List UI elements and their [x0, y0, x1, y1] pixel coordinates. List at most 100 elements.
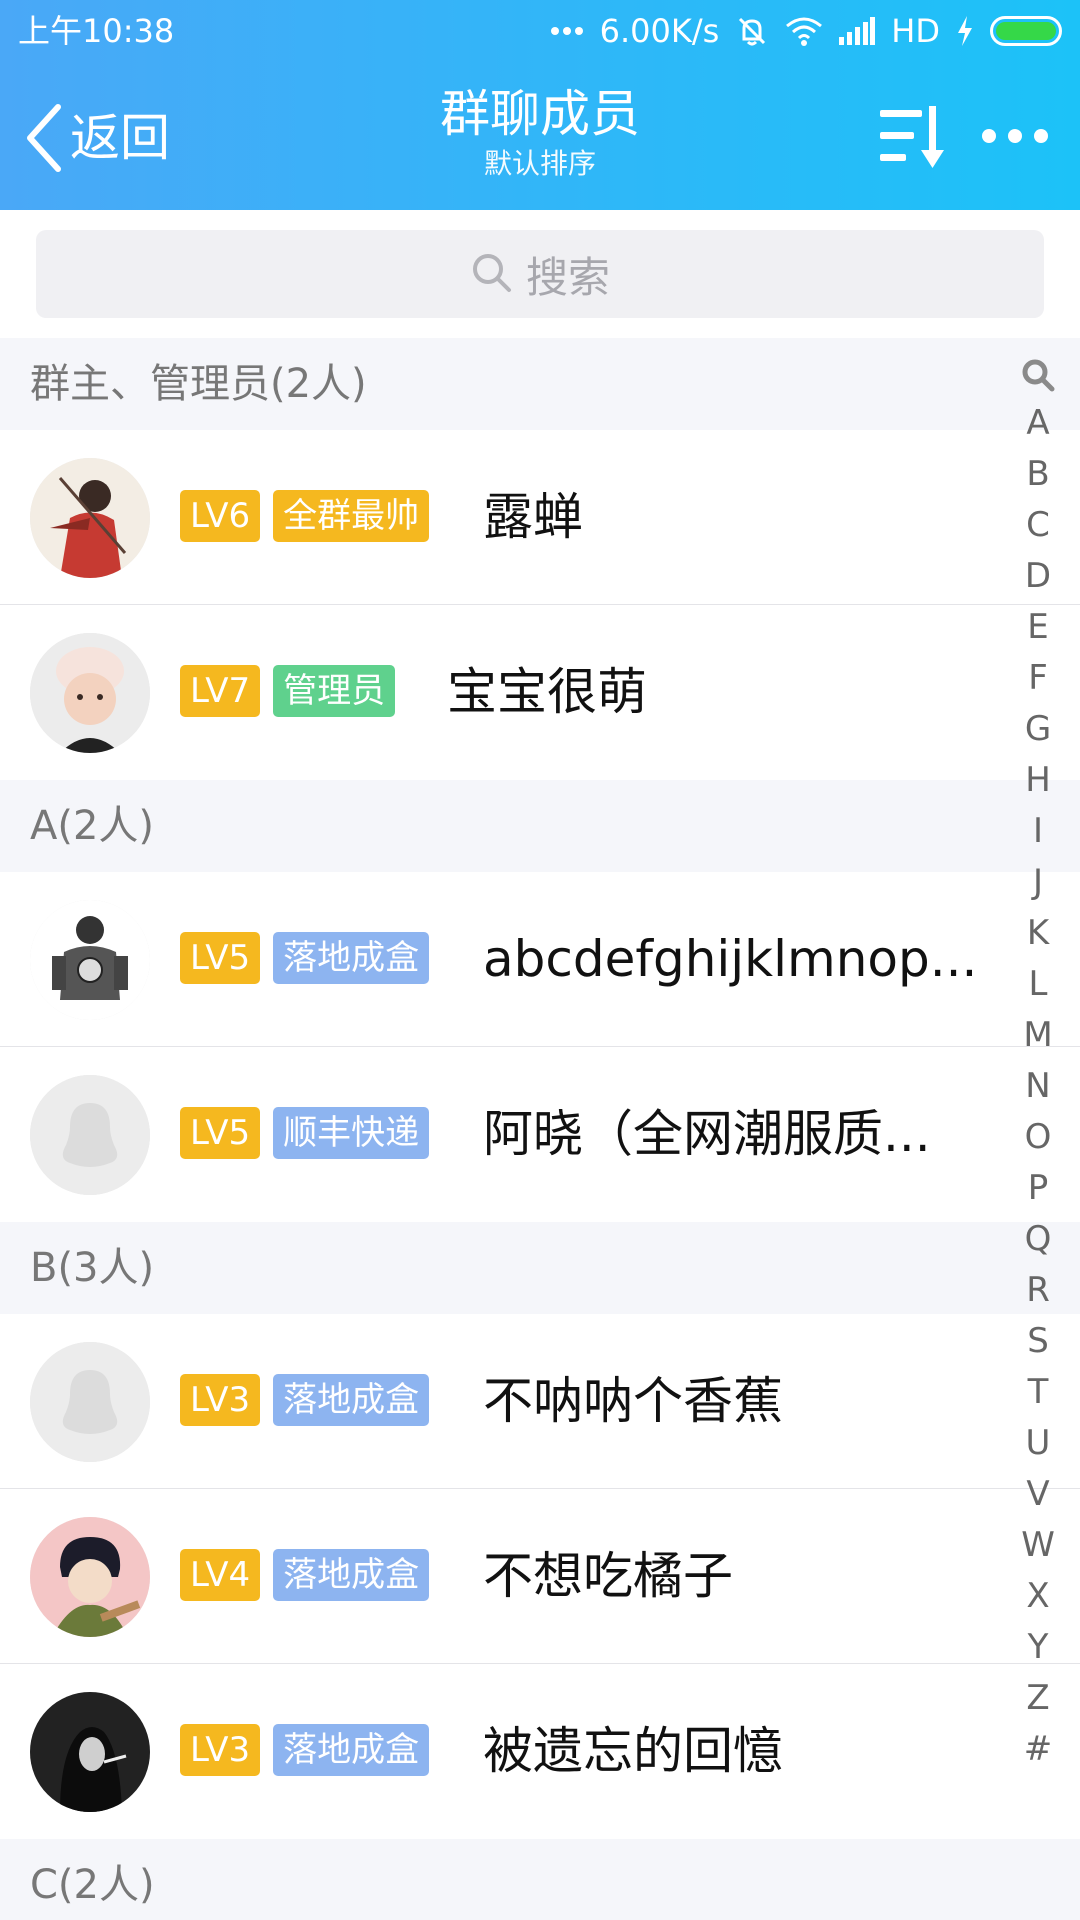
- alpha-letter[interactable]: I: [1010, 806, 1066, 857]
- page-title: 群聊成员: [440, 85, 640, 143]
- member-row[interactable]: LV7 管理员 宝宝很萌: [0, 605, 1080, 780]
- back-label: 返回: [70, 109, 170, 167]
- alpha-letter[interactable]: J: [1010, 857, 1066, 908]
- member-badges: LV4 落地成盒: [180, 1549, 430, 1601]
- signal-icon: [839, 17, 876, 45]
- member-name: 阿晓（全网潮服质...: [483, 1105, 931, 1163]
- member-name: 不想吃橘子: [483, 1547, 733, 1605]
- member-row[interactable]: LV3 落地成盒 被遗忘的回憶: [0, 1664, 1080, 1839]
- dots-icon: [550, 26, 584, 36]
- status-icons: 6.00K/s HD: [550, 0, 1062, 62]
- network-speed: 6.00K/s: [599, 12, 720, 50]
- title-badge: 落地成盒: [273, 1724, 430, 1776]
- alpha-letter[interactable]: L: [1010, 959, 1066, 1010]
- section-header-admins: 群主、管理员(2人): [0, 338, 1080, 430]
- alpha-letter[interactable]: D: [1010, 551, 1066, 602]
- index-search-icon[interactable]: [1010, 352, 1066, 398]
- more-button[interactable]: [980, 116, 1050, 156]
- title-badge: 落地成盒: [273, 932, 430, 984]
- title-badge: 管理员: [273, 665, 396, 717]
- search-icon: [470, 251, 512, 297]
- alpha-letter[interactable]: W: [1010, 1520, 1066, 1571]
- member-badges: LV5 顺丰快递: [180, 1107, 430, 1159]
- search-input[interactable]: 搜索: [36, 230, 1044, 318]
- alpha-letter[interactable]: T: [1010, 1367, 1066, 1418]
- page-subtitle: 默认排序: [483, 147, 596, 180]
- alpha-letter[interactable]: C: [1010, 500, 1066, 551]
- alpha-letter[interactable]: Y: [1010, 1622, 1066, 1673]
- alpha-letter[interactable]: Q: [1010, 1214, 1066, 1265]
- section-header-a: A(2人): [0, 780, 1080, 872]
- avatar: [30, 900, 150, 1020]
- member-row[interactable]: LV4 落地成盒 不想吃橘子: [0, 1489, 1080, 1664]
- title-badge: 落地成盒: [273, 1374, 430, 1426]
- alpha-letter[interactable]: O: [1010, 1112, 1066, 1163]
- title-bar: 返回 群聊成员 默认排序: [0, 62, 1080, 210]
- level-badge: LV3: [180, 1724, 261, 1776]
- member-name: 被遗忘的回憶: [483, 1722, 783, 1780]
- member-name: 不呐呐个香蕉: [483, 1372, 783, 1430]
- wifi-icon: [785, 16, 823, 46]
- member-row[interactable]: LV6 全群最帅 露蝉: [0, 430, 1080, 605]
- back-chevron-icon: [24, 103, 64, 173]
- member-row[interactable]: LV5 顺丰快递 阿晓（全网潮服质...: [0, 1047, 1080, 1222]
- alpha-letter[interactable]: F: [1010, 653, 1066, 704]
- charging-icon: [956, 16, 974, 46]
- section-header-b: B(3人): [0, 1222, 1080, 1314]
- avatar: [30, 458, 150, 578]
- alpha-letter[interactable]: M: [1010, 1010, 1066, 1061]
- level-badge: LV6: [180, 490, 261, 542]
- level-badge: LV7: [180, 665, 261, 717]
- member-badges: LV5 落地成盒: [180, 932, 430, 984]
- alphabet-letters: A B C D E F G H I J K L M N O P Q R S T U V W X Y Z #: [1010, 398, 1066, 1775]
- avatar: [30, 1692, 150, 1812]
- title-block: 群聊成员 默认排序: [340, 82, 740, 182]
- sort-button[interactable]: [878, 102, 948, 172]
- status-time: 上午10:38: [18, 12, 175, 50]
- alpha-letter[interactable]: A: [1010, 398, 1066, 449]
- avatar: [30, 1075, 150, 1195]
- member-name: 宝宝很萌: [447, 663, 647, 721]
- alpha-letter[interactable]: #: [1010, 1724, 1066, 1775]
- search-area: 搜索: [0, 210, 1080, 338]
- alpha-letter[interactable]: K: [1010, 908, 1066, 959]
- alpha-letter[interactable]: P: [1010, 1163, 1066, 1214]
- battery-level: [996, 22, 1056, 40]
- member-badges: LV3 落地成盒: [180, 1374, 430, 1426]
- alpha-letter[interactable]: N: [1010, 1061, 1066, 1112]
- member-list: 群主、管理员(2人) LV6 全群最帅 露蝉 LV7 管理员 宝宝很萌 A(2人…: [0, 338, 1080, 1920]
- title-badge: 顺丰快递: [273, 1107, 430, 1159]
- member-badges: LV7 管理员: [180, 665, 396, 717]
- level-badge: LV5: [180, 1107, 261, 1159]
- member-badges: LV3 落地成盒: [180, 1724, 430, 1776]
- app-header: 上午10:38 6.00K/s HD 返回 群聊成员 默认排序: [0, 0, 1080, 210]
- member-name: 露蝉: [483, 488, 583, 546]
- member-badges: LV6 全群最帅: [180, 490, 430, 542]
- alpha-letter[interactable]: X: [1010, 1571, 1066, 1622]
- alpha-letter[interactable]: G: [1010, 704, 1066, 755]
- alpha-letter[interactable]: S: [1010, 1316, 1066, 1367]
- sort-icon: [878, 106, 948, 176]
- battery-icon: [990, 16, 1062, 46]
- alpha-letter[interactable]: B: [1010, 449, 1066, 500]
- alpha-letter[interactable]: U: [1010, 1418, 1066, 1469]
- level-badge: LV3: [180, 1374, 261, 1426]
- alphabet-index[interactable]: A B C D E F G H I J K L M N O P Q R S T U V W X Y Z #: [1010, 352, 1066, 1775]
- member-row[interactable]: LV3 落地成盒 不呐呐个香蕉: [0, 1314, 1080, 1489]
- search-placeholder: 搜索: [525, 252, 610, 302]
- section-header-c: C(2人): [0, 1839, 1080, 1920]
- level-badge: LV4: [180, 1549, 261, 1601]
- title-badge: 全群最帅: [273, 490, 430, 542]
- back-button[interactable]: 返回: [24, 98, 170, 178]
- mute-bell-icon: [735, 14, 769, 48]
- alpha-letter[interactable]: E: [1010, 602, 1066, 653]
- network-type: HD: [891, 12, 940, 50]
- avatar: [30, 1342, 150, 1462]
- member-name: abcdefghijklmnop...: [483, 930, 978, 988]
- member-row[interactable]: LV5 落地成盒 abcdefghijklmnop...: [0, 872, 1080, 1047]
- alpha-letter[interactable]: V: [1010, 1469, 1066, 1520]
- alpha-letter[interactable]: R: [1010, 1265, 1066, 1316]
- avatar: [30, 633, 150, 753]
- alpha-letter[interactable]: Z: [1010, 1673, 1066, 1724]
- alpha-letter[interactable]: H: [1010, 755, 1066, 806]
